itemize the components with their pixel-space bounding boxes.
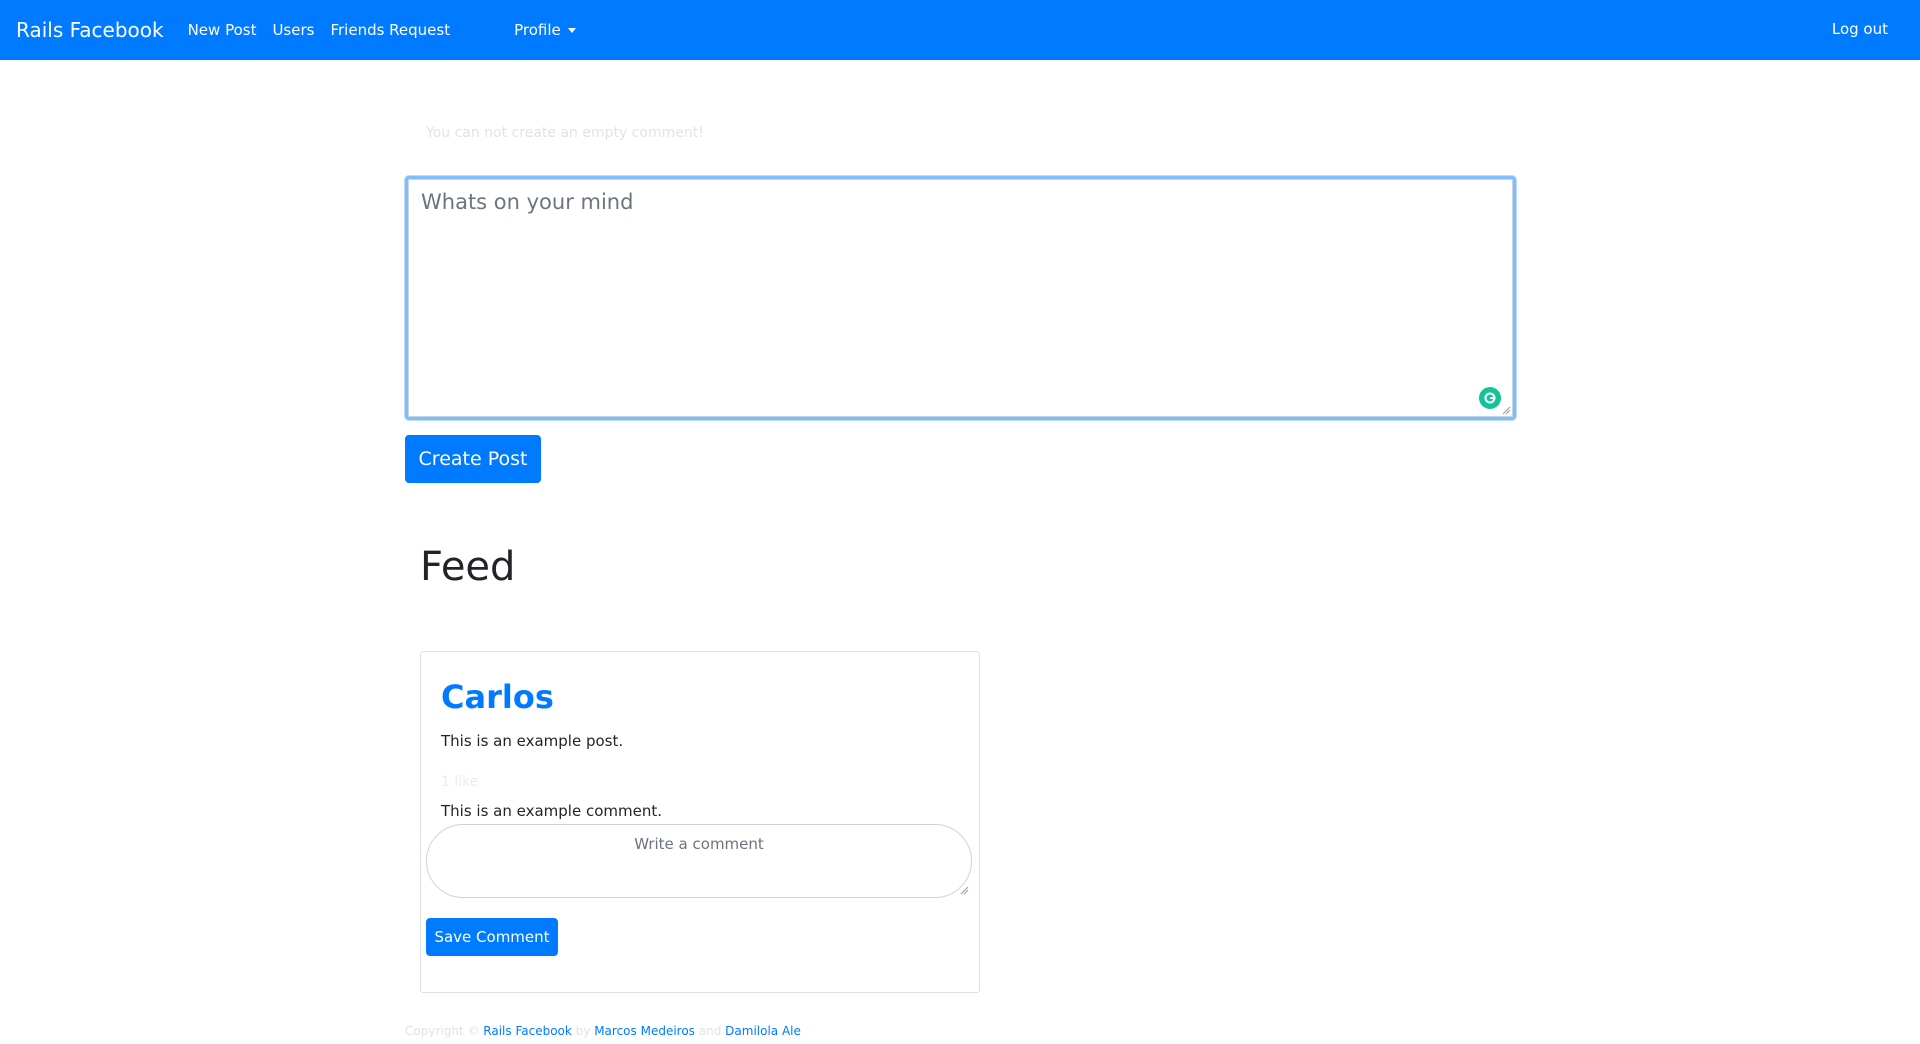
footer-by: by	[575, 1024, 591, 1038]
post-card: Carlos This is an example post. 1 like T…	[420, 651, 980, 993]
feed-title: Feed	[420, 544, 516, 590]
create-post-button[interactable]: Create Post	[405, 435, 541, 483]
post-author-link[interactable]: Carlos	[441, 678, 554, 716]
post-body: This is an example post.	[441, 732, 624, 750]
footer-author1-link[interactable]: Marcos Medeiros	[594, 1024, 695, 1038]
grammarly-icon[interactable]	[1479, 387, 1501, 409]
profile-label: Profile	[514, 21, 561, 39]
save-comment-button[interactable]: Save Comment	[426, 918, 558, 956]
comment-input[interactable]	[427, 825, 971, 897]
footer-author2-link[interactable]: Damilola Ale	[725, 1024, 801, 1038]
footer-and: and	[698, 1024, 722, 1038]
logout-link[interactable]: Log out	[1832, 20, 1888, 38]
flash-message: You can not create an empty comment!	[426, 125, 704, 141]
caret-down-icon	[567, 27, 576, 33]
post-textarea-container	[405, 176, 1516, 420]
like-count[interactable]: 1 like	[441, 774, 478, 790]
nav-users[interactable]: Users	[272, 21, 314, 39]
nav-profile-dropdown[interactable]: Profile	[514, 21, 576, 39]
navbar-brand[interactable]: Rails Facebook	[16, 18, 164, 42]
comment-text: This is an example comment.	[441, 802, 663, 820]
footer: Copyright © Rails Facebook by Marcos Med…	[405, 1024, 801, 1038]
top-navbar: Rails Facebook New Post Users Friends Re…	[0, 0, 1920, 60]
nav-friends-request[interactable]: Friends Request	[330, 21, 450, 39]
nav-new-post[interactable]: New Post	[188, 21, 257, 39]
resize-grip-icon[interactable]	[1501, 405, 1511, 415]
footer-site-link[interactable]: Rails Facebook	[483, 1024, 572, 1038]
comment-input-container	[426, 824, 972, 898]
post-textarea[interactable]	[408, 179, 1513, 417]
resize-grip-icon[interactable]	[959, 885, 969, 895]
footer-copyright: Copyright ©	[405, 1024, 480, 1038]
